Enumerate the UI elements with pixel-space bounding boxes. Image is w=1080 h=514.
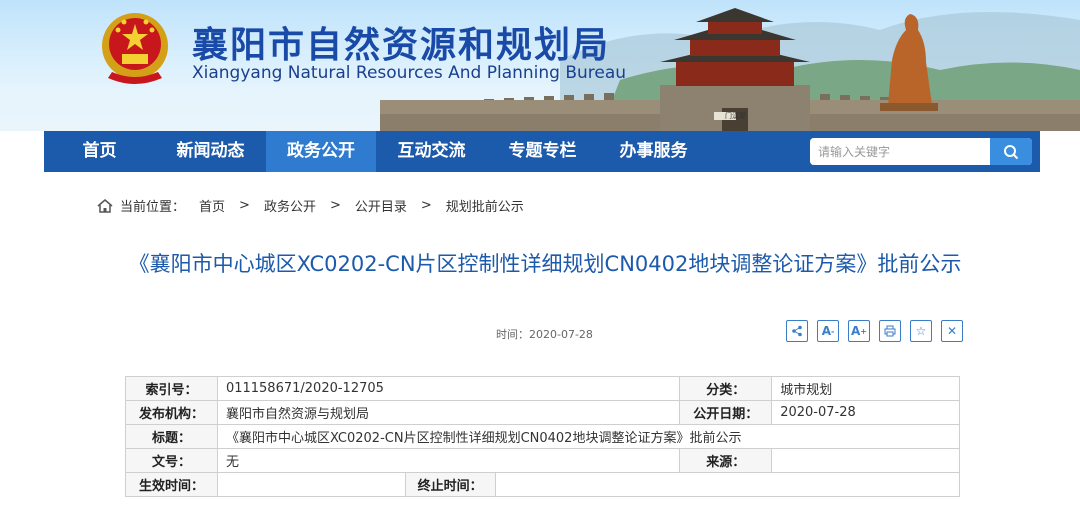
nav-item-services[interactable]: 办事服务 (598, 131, 709, 172)
search-button[interactable] (990, 138, 1032, 165)
expire-label: 终止时间： (404, 472, 496, 497)
category-label: 分类： (679, 376, 773, 401)
breadcrumb-item-planning[interactable]: 规划批前公示 (446, 196, 524, 215)
index-label: 索引号： (125, 376, 218, 401)
gate-sign-text: 门漢聚 (725, 111, 746, 120)
nav-item-gov-affairs[interactable]: 政务公开 (266, 131, 376, 172)
breadcrumb-separator: > (420, 198, 432, 213)
table-row: 发布机构： 襄阳市自然资源与规划局 公开日期： 2020-07-28 (125, 400, 960, 425)
favorite-icon[interactable]: ☆ (910, 320, 932, 342)
search-box (810, 138, 1032, 165)
pubdate-value: 2020-07-28 (771, 400, 960, 425)
publisher-label: 发布机构： (125, 400, 218, 425)
site-header: 襄阳市自然资源和规划局 Xiangyang Natural Resources … (0, 0, 1080, 131)
docno-label: 文号： (125, 448, 218, 473)
table-row: 文号： 无 来源： (125, 448, 960, 473)
category-value: 城市规划 (771, 376, 960, 401)
font-smaller-icon[interactable]: A- (817, 320, 839, 342)
pubdate-label: 公开日期： (679, 400, 773, 425)
table-row: 生效时间： 终止时间： (125, 472, 961, 497)
source-label: 来源： (679, 448, 773, 473)
print-icon[interactable] (879, 320, 901, 342)
table-row: 索引号： 011158671/2020-12705 分类： 城市规划 (125, 376, 960, 401)
breadcrumb-item-home[interactable]: 首页 (199, 196, 225, 215)
article-date: 时间：2020-07-28 (496, 328, 593, 341)
breadcrumb-item-catalog[interactable]: 公开目录 (355, 196, 407, 215)
docno-value: 无 (216, 448, 681, 473)
title-label: 标题： (125, 424, 218, 449)
index-value: 011158671/2020-12705 (216, 376, 681, 401)
nav-item-home[interactable]: 首页 (44, 131, 155, 172)
breadcrumb-separator: > (329, 198, 341, 213)
expire-value (494, 472, 961, 497)
main-nav: 首页 新闻动态 政务公开 互动交流 专题专栏 办事服务 (44, 131, 1040, 172)
search-input[interactable] (810, 138, 990, 165)
article-title: 《襄阳市中心城区XC0202-CN片区控制性详细规划CN0402地块调整论证方案… (128, 252, 962, 276)
article-toolbar: A- A + ☆ ✕ (786, 320, 972, 342)
nav-item-topics[interactable]: 专题专栏 (487, 131, 598, 172)
title-value: 《襄阳市中心城区XC0202-CN片区控制性详细规划CN0402地块调整论证方案… (216, 424, 961, 449)
source-value (771, 448, 960, 473)
close-icon[interactable]: ✕ (941, 320, 963, 342)
breadcrumb-item-gov-affairs[interactable]: 政务公开 (264, 196, 316, 215)
font-larger-icon[interactable]: A + (848, 320, 870, 342)
share-icon[interactable] (786, 320, 808, 342)
nav-item-news[interactable]: 新闻动态 (155, 131, 266, 172)
table-row: 标题： 《襄阳市中心城区XC0202-CN片区控制性详细规划CN0402地块调整… (125, 424, 961, 449)
effective-label: 生效时间： (125, 472, 218, 497)
breadcrumb-prefix: 当前位置： (120, 200, 186, 215)
home-icon (97, 198, 113, 213)
effective-value (216, 472, 406, 497)
search-icon (1004, 144, 1019, 159)
breadcrumb-separator: > (239, 198, 250, 213)
publisher-value: 襄阳市自然资源与规划局 (216, 400, 681, 425)
gate-sign-layer: 门漢聚 (725, 111, 746, 120)
info-table: 索引号： 011158671/2020-12705 分类： 城市规划 发布机构：… (125, 376, 961, 497)
breadcrumb: 当前位置： 首页 > 政务公开 > 公开目录 > 规划批前公示 (96, 196, 538, 215)
nav-item-interaction[interactable]: 互动交流 (376, 131, 487, 172)
